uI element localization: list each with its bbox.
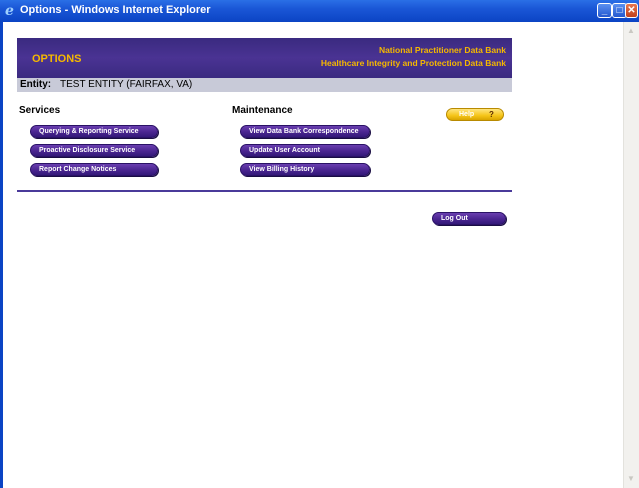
- maintenance-heading: Maintenance: [232, 105, 293, 116]
- entity-bar: Entity: TEST ENTITY (FAIRFAX, VA): [17, 78, 512, 92]
- help-label: Help: [459, 111, 475, 118]
- close-button[interactable]: ✕: [625, 3, 638, 18]
- page-title: OPTIONS: [32, 53, 82, 65]
- entity-value: TEST ENTITY (FAIRFAX, VA): [60, 79, 193, 90]
- window-titlebar: e Options - Windows Internet Explorer _ …: [0, 0, 639, 22]
- vertical-scrollbar[interactable]: [623, 22, 639, 488]
- update-user-account-button[interactable]: Update User Account: [240, 144, 370, 157]
- help-button[interactable]: Help ?: [446, 108, 504, 121]
- org-name-npdb: National Practitioner Data Bank: [378, 45, 506, 55]
- window-title: Options - Windows Internet Explorer: [20, 4, 211, 16]
- proactive-disclosure-service-button[interactable]: Proactive Disclosure Service: [30, 144, 158, 157]
- querying-reporting-service-button[interactable]: Querying & Reporting Service: [30, 125, 158, 138]
- section-divider: [17, 190, 512, 192]
- org-name-hipdb: Healthcare Integrity and Protection Data…: [320, 58, 506, 68]
- ie-logo-icon: e: [5, 3, 14, 19]
- view-data-bank-correspondence-button[interactable]: View Data Bank Correspondence: [240, 125, 370, 138]
- view-billing-history-button[interactable]: View Billing History: [240, 163, 370, 176]
- question-mark-icon: ?: [489, 110, 494, 119]
- scroll-up-arrow-icon[interactable]: ▲: [624, 24, 638, 38]
- scroll-down-arrow-icon[interactable]: ▼: [624, 472, 638, 486]
- report-change-notices-button[interactable]: Report Change Notices: [30, 163, 158, 176]
- minimize-button[interactable]: _: [597, 3, 612, 18]
- services-heading: Services: [19, 105, 61, 116]
- entity-label: Entity:: [20, 79, 52, 90]
- page-header: OPTIONS National Practitioner Data Bank …: [17, 38, 512, 78]
- log-out-button[interactable]: Log Out: [432, 212, 506, 225]
